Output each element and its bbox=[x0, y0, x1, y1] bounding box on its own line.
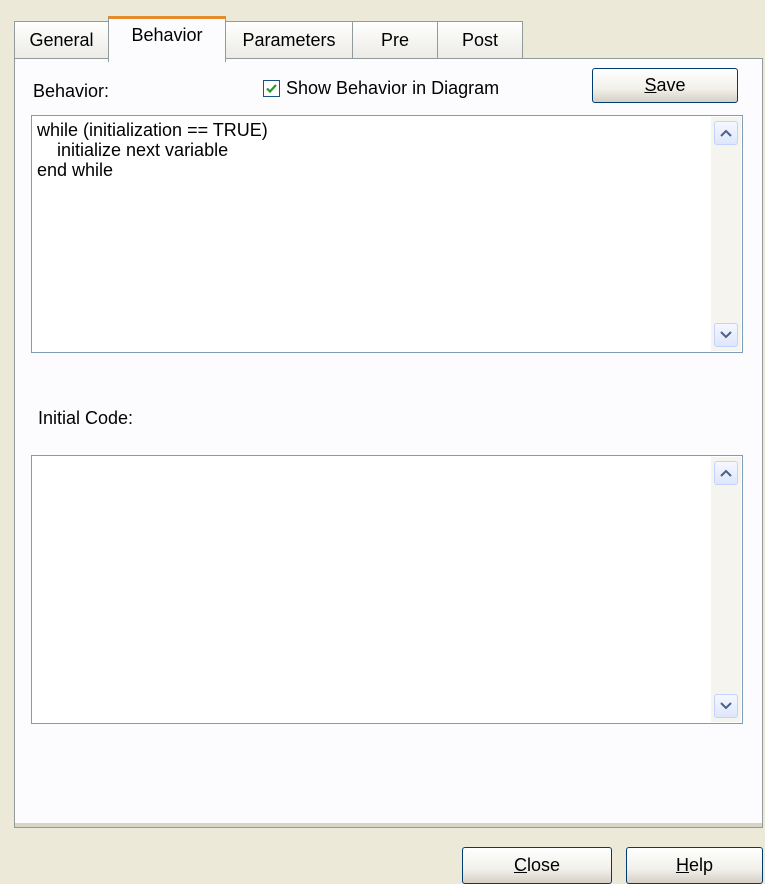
tab-parameters[interactable]: Parameters bbox=[225, 21, 353, 58]
checkbox-box[interactable] bbox=[263, 80, 280, 97]
help-button-accel: H bbox=[675, 855, 689, 875]
initial-code-scrollbar[interactable] bbox=[711, 457, 741, 722]
close-button-accel: C bbox=[513, 855, 527, 875]
show-behavior-in-diagram-label: Show Behavior in Diagram bbox=[286, 78, 500, 98]
tab-pre-label: Pre bbox=[380, 29, 409, 50]
help-button[interactable]: Help bbox=[626, 847, 763, 884]
tab-general-label: General bbox=[29, 29, 94, 50]
checkmark-icon bbox=[266, 84, 277, 94]
initial-code-label: Initial Code: bbox=[38, 408, 134, 428]
save-button-accel: S bbox=[644, 75, 657, 95]
scroll-down-arrow-icon[interactable] bbox=[714, 323, 738, 347]
tab-pre[interactable]: Pre bbox=[352, 21, 438, 58]
close-button-label: lose bbox=[526, 855, 561, 875]
behavior-code-text: while (initialization == TRUE) initializ… bbox=[37, 120, 268, 180]
behavior-code-textarea[interactable]: while (initialization == TRUE) initializ… bbox=[31, 115, 743, 353]
panel-bottom-edge bbox=[15, 823, 762, 827]
tab-general[interactable]: General bbox=[14, 21, 109, 58]
scroll-up-arrow-icon[interactable] bbox=[714, 121, 738, 145]
tab-bar: General Behavior Parameters Pre Post bbox=[14, 16, 759, 62]
scroll-up-arrow-icon[interactable] bbox=[714, 461, 738, 485]
tab-behavior-label: Behavior bbox=[131, 25, 203, 45]
initial-code-textarea[interactable] bbox=[31, 455, 743, 724]
behavior-scrollbar[interactable] bbox=[711, 117, 741, 351]
close-button[interactable]: Close bbox=[462, 847, 612, 884]
help-button-label: elp bbox=[688, 855, 714, 875]
show-behavior-in-diagram-checkbox[interactable]: Show Behavior in Diagram bbox=[263, 78, 499, 99]
save-button[interactable]: Save bbox=[592, 68, 738, 103]
save-button-label: ave bbox=[656, 75, 686, 95]
tab-behavior[interactable]: Behavior bbox=[108, 16, 226, 62]
tab-post-label: Post bbox=[461, 29, 499, 50]
scroll-down-arrow-icon[interactable] bbox=[714, 694, 738, 718]
behavior-label: Behavior: bbox=[33, 81, 110, 101]
behavior-panel: Behavior: Show Behavior in Diagram Save … bbox=[14, 58, 763, 828]
tab-parameters-label: Parameters bbox=[242, 29, 336, 50]
tab-post[interactable]: Post bbox=[437, 21, 523, 58]
